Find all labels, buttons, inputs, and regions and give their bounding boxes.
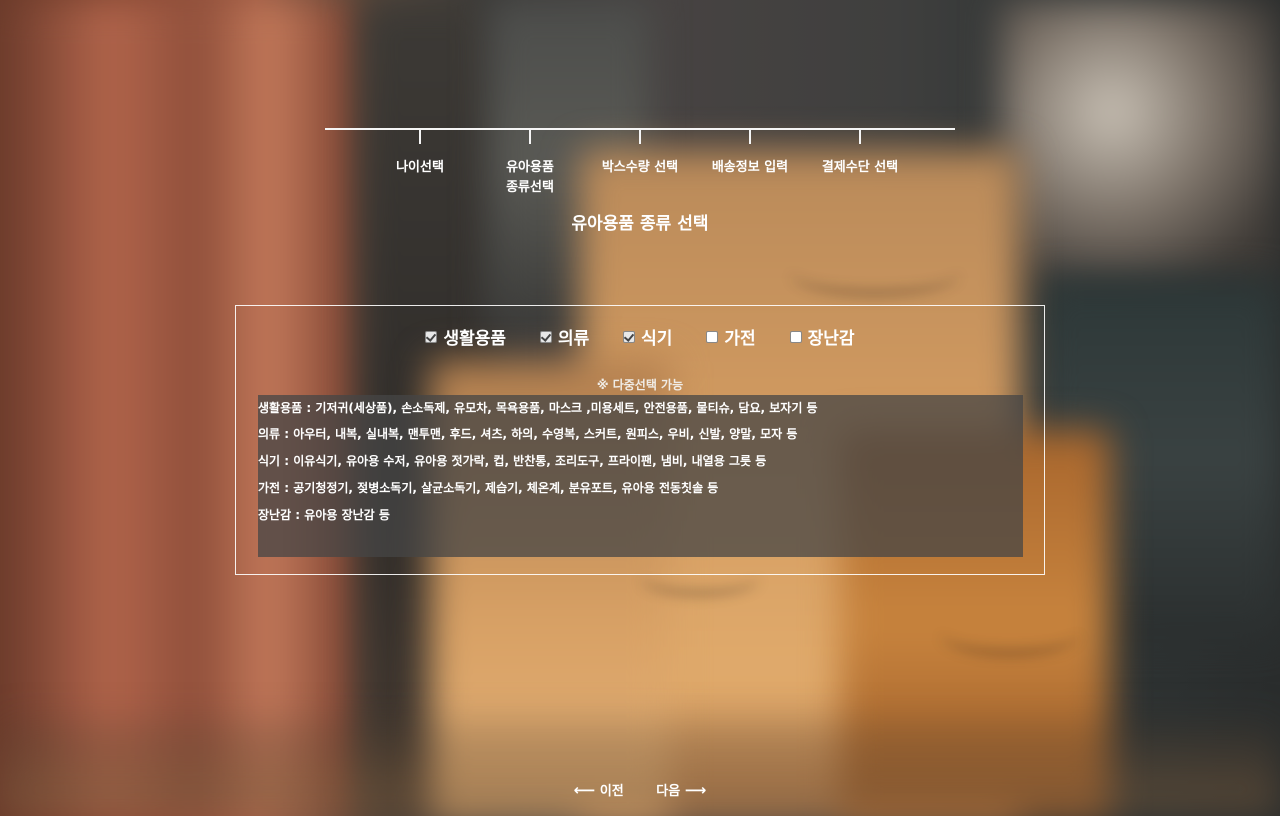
living-goods-checkbox[interactable] [425,330,438,343]
description-clothing: 의류 : 아우터, 내복, 실내복, 맨투맨, 후드, 셔츠, 하의, 수영복,… [258,427,798,441]
option-tableware[interactable]: 식기 [623,324,672,349]
appliances-checkbox[interactable] [706,330,719,343]
step-age-select[interactable]: 나이선택 [365,130,475,178]
option-clothing[interactable]: 의류 [539,324,590,349]
option-label: 의류 [557,329,590,349]
step-box-quantity[interactable]: 박스수량 선택 [585,130,695,178]
option-toys[interactable]: 장난감 [789,324,855,349]
description-appliances: 가전 : 공기청정기, 젖병소독기, 살균소독기, 제습기, 체온계, 분유포트… [258,481,719,495]
next-label: 다음 [656,784,681,799]
option-label: 식기 [641,329,673,349]
next-button[interactable]: 다음 ⟶ [656,780,706,799]
prev-button[interactable]: ⟵ 이전 [574,780,624,799]
step-tick [749,130,751,144]
step-label: 결제수단 선택 [821,160,899,175]
clothing-checkbox[interactable] [539,330,552,343]
tableware-checkbox[interactable] [623,330,636,343]
category-description-box: 생활용품 : 기저귀(세상품), 손소독제, 유모차, 목욕용품, 마스크 ,미… [258,395,1023,557]
step-label: 나이선택 [396,160,444,175]
step-label: 유아용품 종류선택 [506,160,554,195]
step-payment-method[interactable]: 결제수단 선택 [805,130,915,178]
step-tick [859,130,861,144]
description-toys: 장난감 : 유아용 장난감 등 [258,508,390,522]
description-living-goods: 생활용품 : 기저귀(세상품), 손소독제, 유모차, 목욕용품, 마스크 ,미… [258,401,818,415]
step-tick [529,130,531,144]
step-label: 배송정보 입력 [711,160,789,175]
option-living-goods[interactable]: 생활용품 [425,324,506,349]
option-appliances[interactable]: 가전 [706,324,756,349]
category-selection-panel: 생활용품 의류 식기 가전 장난감 ※ 다중선택 가능 생활용품 : 기저귀(세… [235,305,1045,575]
step-tick [419,130,421,144]
multi-select-note: ※ 다중선택 가능 [596,378,684,392]
page-title: 유아용품 종류 선택 [571,214,709,234]
step-tick [639,130,641,144]
step-shipping-info[interactable]: 배송정보 입력 [695,130,805,178]
step-label: 박스수량 선택 [601,160,679,175]
option-label: 생활용품 [443,329,507,349]
arrow-right-icon: ⟶ [684,781,707,799]
prev-label: 이전 [599,784,624,799]
toys-checkbox[interactable] [789,330,802,343]
option-label: 장난감 [807,329,855,349]
step-baby-goods-type[interactable]: 유아용품 종류선택 [475,130,585,198]
arrow-left-icon: ⟵ [573,781,596,799]
description-tableware: 식기 : 이유식기, 유아용 수저, 유아용 젓가락, 컵, 반찬통, 조리도구… [258,454,767,468]
navigation: ⟵ 이전 다음 ⟶ [0,780,1280,799]
option-label: 가전 [724,329,756,349]
category-options: 생활용품 의류 식기 가전 장난감 [236,324,1044,349]
